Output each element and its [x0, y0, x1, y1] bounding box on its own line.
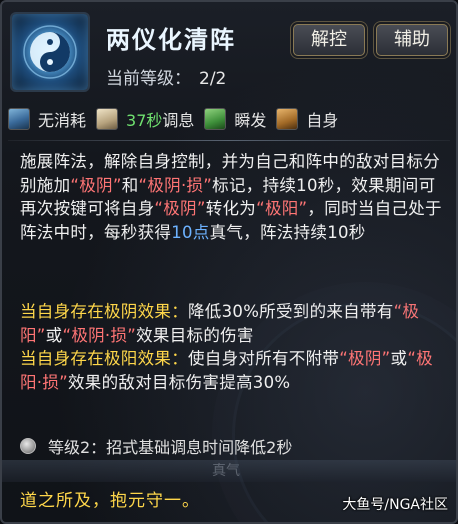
- flavor-text: 道之所及，抱元守一。: [20, 491, 200, 511]
- skill-tooltip-panel: 两仪化清阵 当前等级： 2/2 解控 辅助 无消耗 37秒 调息 瞬发 自身 施展阵…: [0, 0, 458, 524]
- tag-crowd-control-break: 解控: [293, 24, 365, 56]
- skill-name: 两仪化清阵: [106, 26, 236, 54]
- mark-extreme-yin-damage: “极阴·损”: [62, 325, 137, 345]
- attr-target-label: 自身: [306, 111, 339, 130]
- desc-text: 转化为: [205, 199, 257, 218]
- attr-cast-label: 瞬发: [234, 111, 267, 130]
- divider: [8, 140, 450, 141]
- instant-cast-icon: [204, 108, 227, 130]
- mark-extreme-yin: “极阴”: [70, 175, 122, 195]
- tag-support: 辅助: [376, 24, 448, 56]
- mana-cost-icon: [8, 108, 30, 130]
- mark-extreme-yin: “极阴”: [339, 349, 391, 368]
- effect-yin-title: 当自身存在极阴效果：: [20, 302, 188, 321]
- attr-cost: 无消耗: [8, 107, 86, 131]
- mark-extreme-yin: “极阴”: [154, 199, 206, 218]
- current-level: 当前等级： 2/2: [106, 64, 226, 89]
- conditional-effects: 当自身存在极阴效果：降低30%所受到的来自带有“极阳”或“极阴·损”效果目标的伤…: [20, 300, 444, 394]
- attr-cooldown-value: 37秒: [126, 111, 163, 130]
- energy-bar: 真气: [2, 460, 456, 482]
- level-label: 当前等级：: [106, 69, 191, 89]
- attr-cooldown-suffix: 调息: [162, 111, 195, 130]
- effect-text: 或: [45, 325, 63, 345]
- skill-attributes: 无消耗 37秒 调息 瞬发 自身: [8, 104, 454, 134]
- attr-cast: 瞬发: [204, 107, 266, 131]
- effect-text: 效果的敌对目标伤害提高30%: [68, 372, 291, 392]
- desc-text: 和: [121, 175, 139, 195]
- hourglass-icon: [96, 108, 119, 130]
- desc-text: 真气，阵法持续10秒: [209, 222, 366, 242]
- mark-extreme-yang: “极阳”: [256, 199, 308, 218]
- effect-text: 效果目标的伤害: [136, 325, 254, 345]
- effect-yang: 当自身存在极阳效果：使自身对所有不附带“极阴”或“极阳·损”效果的敌对目标伤害提…: [20, 347, 444, 394]
- yin-yang-icon: [10, 12, 90, 92]
- skill-description: 施展阵法，解除自身控制，并为自己和阵中的敌对目标分别施加“极阴”和“极阴·损”标…: [20, 150, 444, 244]
- yin-yang-glyph: [23, 25, 77, 79]
- attr-cost-label: 无消耗: [38, 111, 87, 130]
- level-upgrade-text: 等级2：招式基础调息时间降低2秒: [48, 438, 293, 457]
- energy-gain: 10点: [171, 222, 210, 242]
- attr-target: 自身: [276, 107, 338, 131]
- effect-yin: 当自身存在极阴效果：降低30%所受到的来自带有“极阳”或“极阴·损”效果目标的伤…: [20, 300, 444, 347]
- watermark: 大鱼号/NGA社区: [342, 497, 448, 513]
- mark-extreme-yin-damage: “极阴·损”: [138, 175, 213, 195]
- attr-cooldown: 37秒 调息: [96, 107, 194, 131]
- effect-text: 使自身对所有不附带: [188, 349, 340, 368]
- effect-text: 降低30%所受到的来自带有: [188, 302, 394, 321]
- bullet-icon: [20, 438, 36, 454]
- effect-yang-title: 当自身存在极阳效果：: [20, 349, 188, 368]
- self-target-icon: [276, 108, 299, 130]
- energy-bar-label: 真气: [212, 463, 240, 479]
- level-upgrade: 等级2：招式基础调息时间降低2秒: [20, 434, 444, 458]
- level-value: 2/2: [199, 69, 227, 89]
- effect-text: 或: [390, 349, 408, 368]
